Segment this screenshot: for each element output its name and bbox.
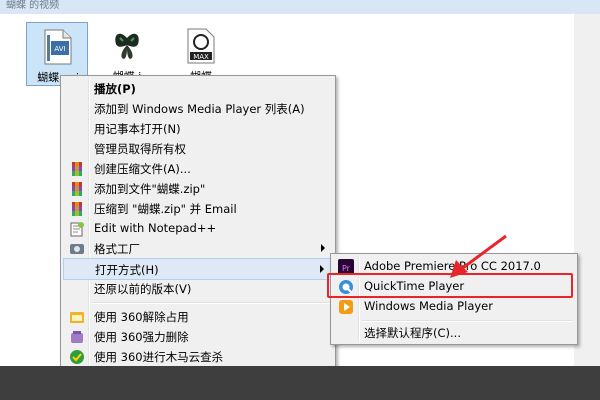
wmp-icon <box>339 300 353 314</box>
menu-item-label: 打开方式(H) <box>95 263 159 277</box>
menu-item-360-unlock[interactable]: 使用 360解除占用 <box>63 306 333 328</box>
format-factory-icon <box>70 244 84 254</box>
max-badge: MAX <box>193 53 209 61</box>
menu-item-add-to-wmp[interactable]: 添加到 Windows Media Player 列表(A) <box>63 98 333 120</box>
window-title-fragment: 蝴蝶 的视频 <box>6 0 60 11</box>
menu-item-add-to-zip[interactable]: 添加到文件"蝴蝶.zip" <box>63 178 333 200</box>
menu-item-format-factory[interactable]: 格式工厂 <box>63 238 333 260</box>
menu-item-360-trojan-scan[interactable]: 使用 360进行木马云查杀 <box>63 346 333 368</box>
menu-item-label: 使用 360进行木马云查杀 <box>94 350 224 364</box>
svg-text:Pr: Pr <box>342 264 351 273</box>
menu-item-label: 添加到 Windows Media Player 列表(A) <box>94 102 305 116</box>
menu-item-play[interactable]: 播放(P) <box>63 78 333 100</box>
window-top-strip: 蝴蝶 的视频 <box>0 0 600 14</box>
submenu-item-choose-default[interactable]: 选择默认程序(C)... <box>333 322 575 344</box>
menu-item-restore-previous[interactable]: 还原以前的版本(V) <box>63 278 333 300</box>
submenu-item-label: Windows Media Player <box>364 299 493 313</box>
avi-file-icon: AVI <box>44 29 72 65</box>
menu-item-label: 还原以前的版本(V) <box>94 282 192 296</box>
menu-item-label: Edit with Notepad++ <box>94 221 217 235</box>
winrar-icon <box>72 162 82 176</box>
menu-item-label: 添加到文件"蝴蝶.zip" <box>94 182 206 196</box>
menu-item-label: 使用 360强力删除 <box>94 330 189 344</box>
menu-item-zip-and-email[interactable]: 压缩到 "蝴蝶.zip" 并 Email <box>63 198 333 220</box>
red-arrow-icon <box>450 234 507 278</box>
submenu-item-wmp[interactable]: Windows Media Player <box>333 296 575 318</box>
360-unlock-icon <box>70 312 84 323</box>
context-menu: 播放(P) 添加到 Windows Media Player 列表(A) 用记事… <box>60 75 336 375</box>
menu-item-open-with[interactable]: 打开方式(H) <box>63 258 333 280</box>
3dsmax-file-icon: MAX <box>187 28 215 64</box>
menu-item-label: 压缩到 "蝴蝶.zip" 并 Email <box>94 202 237 216</box>
winrar-icon <box>72 202 82 216</box>
menu-item-open-with-notepad[interactable]: 用记事本打开(N) <box>63 118 333 140</box>
notepad-plus-plus-icon <box>70 222 84 237</box>
menu-item-create-archive[interactable]: 创建压缩文件(A)... <box>63 158 333 180</box>
360-scan-icon <box>70 350 84 364</box>
menu-item-label: 使用 360解除占用 <box>94 310 189 324</box>
menu-separator <box>92 302 330 304</box>
menu-item-label: 播放(P) <box>94 82 136 96</box>
submenu-item-label: 选择默认程序(C)... <box>364 326 461 340</box>
bottom-status-bar <box>0 366 600 400</box>
menu-item-label: 用记事本打开(N) <box>94 122 181 136</box>
menu-item-take-ownership[interactable]: 管理员取得所有权 <box>63 138 333 160</box>
menu-item-label: 格式工厂 <box>94 242 140 256</box>
menu-item-label: 管理员取得所有权 <box>94 142 186 156</box>
360-delete-icon <box>71 331 83 343</box>
menu-item-label: 创建压缩文件(A)... <box>94 162 191 176</box>
winrar-icon <box>72 182 82 196</box>
menu-item-360-force-delete[interactable]: 使用 360强力删除 <box>63 326 333 348</box>
submenu-arrow-icon <box>321 244 325 252</box>
submenu-arrow-icon <box>320 265 324 273</box>
avi-badge: AVI <box>54 45 65 53</box>
butterfly-image-icon <box>115 33 139 59</box>
menu-item-edit-notepad-plus-plus[interactable]: Edit with Notepad++ <box>63 218 333 240</box>
